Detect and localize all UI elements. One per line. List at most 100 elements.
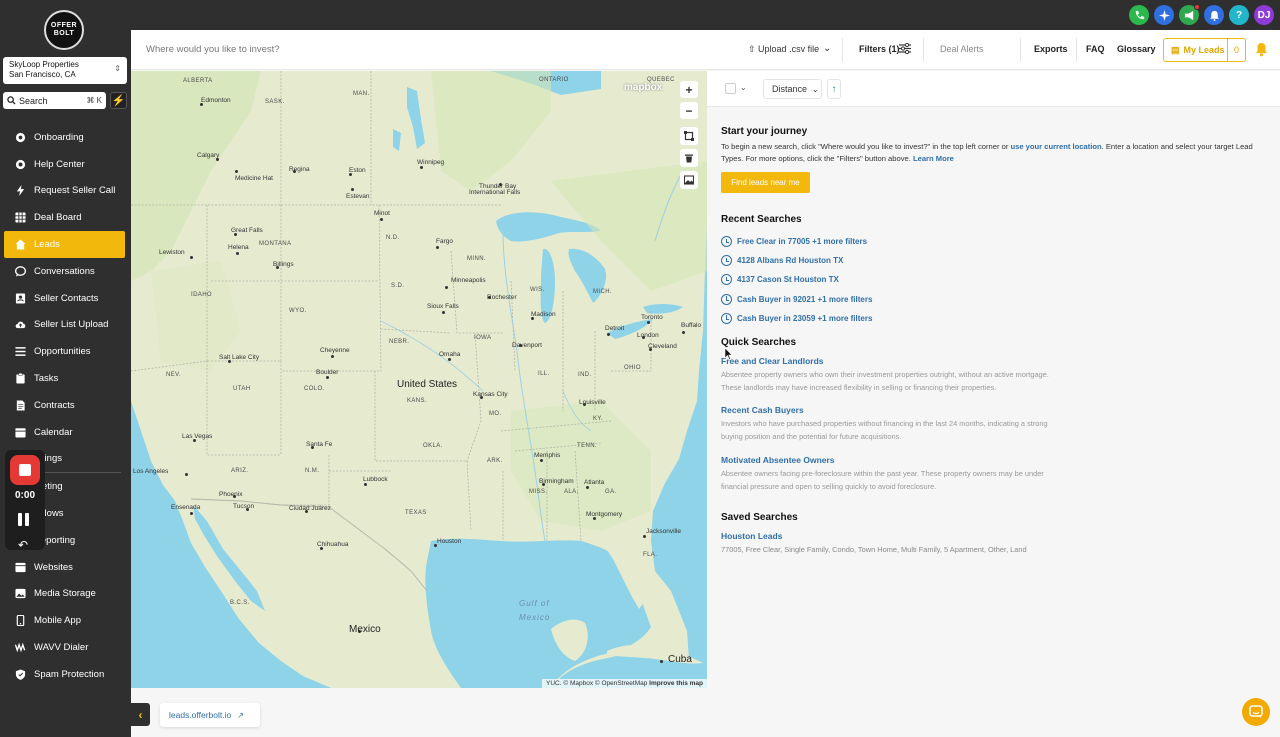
sidebar-item-conversations[interactable]: Conversations xyxy=(0,258,131,285)
map-label-state: COLO. xyxy=(304,386,325,392)
grid-icon xyxy=(14,212,26,224)
phone-icon[interactable] xyxy=(1129,5,1149,25)
map-label-city: Boulder xyxy=(316,369,339,376)
recent-search-item[interactable]: 4137 Cason St Houston TX xyxy=(721,270,872,289)
recent-search-label: 4128 Albans Rd Houston TX xyxy=(737,256,844,266)
recent-search-item[interactable]: Cash Buyer in 23059 +1 more filters xyxy=(721,309,872,328)
stop-recording-button[interactable] xyxy=(10,455,40,485)
pause-recording-button[interactable] xyxy=(18,513,32,527)
sidebar-item-contracts[interactable]: Contracts xyxy=(0,392,131,419)
deal-alerts-button[interactable]: Deal Alerts xyxy=(940,44,984,54)
sidebar-item-media-storage[interactable]: Media Storage xyxy=(0,581,131,608)
collapse-sidebar-button[interactable]: ‹ xyxy=(131,703,150,726)
location-search-input[interactable]: Where would you like to invest? xyxy=(146,44,280,55)
zoom-in-button[interactable]: + xyxy=(680,81,698,98)
faq-button[interactable]: FAQ xyxy=(1086,44,1105,54)
city-marker xyxy=(379,217,383,221)
exports-button[interactable]: Exports xyxy=(1034,44,1068,54)
map-style-button[interactable] xyxy=(680,171,698,189)
map-label-city: Edmonton xyxy=(201,97,231,104)
chevron-down-icon[interactable]: ⌄ xyxy=(823,43,831,54)
map-attribution-text[interactable]: © Mapbox © OpenStreetMap xyxy=(563,680,647,687)
main-header: Where would you like to invest? ⇧ Upload… xyxy=(131,30,1280,70)
sidebar-item-deal-board[interactable]: Deal Board xyxy=(0,204,131,231)
quick-action-bolt-button[interactable]: ⚡ xyxy=(110,92,127,109)
draw-polygon-button[interactable] xyxy=(680,127,698,145)
help-icon[interactable]: ? xyxy=(1229,5,1249,25)
current-location-link[interactable]: use your current location xyxy=(1010,142,1101,151)
map-label-state: IOWA xyxy=(474,335,492,341)
glossary-button[interactable]: Glossary xyxy=(1117,44,1156,54)
logo-text: OFFER BOLT xyxy=(50,22,78,37)
sparkle-icon[interactable] xyxy=(1154,5,1174,25)
site-link[interactable]: leads.offerbolt.io ↗ xyxy=(160,703,260,727)
sidebar-item-leads[interactable]: Leads xyxy=(4,231,125,258)
quick-search-link[interactable]: Free and Clear Landlords xyxy=(721,356,824,366)
sidebar-item-calendar[interactable]: Calendar xyxy=(0,419,131,446)
map-label-city: Cleveland xyxy=(648,343,677,350)
zoom-out-button[interactable]: − xyxy=(680,102,698,119)
sort-direction-button[interactable]: ↑ xyxy=(827,79,841,99)
map-label-state: OHIO xyxy=(624,365,641,371)
polygon-icon xyxy=(684,131,694,141)
sidebar-item-wavv-dialer[interactable]: WAVV Dialer xyxy=(0,634,131,661)
map-label-state: IND. xyxy=(578,372,592,378)
sidebar-item-tasks[interactable]: Tasks xyxy=(0,365,131,392)
map-label-city: Winnipeg xyxy=(417,159,445,166)
sort-select[interactable]: Distance ⌄ xyxy=(763,79,822,99)
map-label-state: ILL. xyxy=(538,371,550,377)
chat-button[interactable] xyxy=(1242,698,1270,726)
divider xyxy=(1076,38,1077,62)
recent-search-item[interactable]: Free Clear in 77005 +1 more filters xyxy=(721,232,872,251)
sidebar-item-opportunities[interactable]: Opportunities xyxy=(0,338,131,365)
quick-search-link[interactable]: Motivated Absentee Owners xyxy=(721,455,835,465)
map-label-city: Billings xyxy=(273,261,294,268)
filters-button[interactable]: Filters (1) xyxy=(859,44,900,54)
sliders-icon[interactable] xyxy=(899,43,911,54)
recent-search-item[interactable]: 4128 Albans Rd Houston TX xyxy=(721,251,872,270)
delete-shape-button[interactable] xyxy=(680,149,698,167)
bell-icon[interactable] xyxy=(1255,42,1268,57)
document-icon xyxy=(14,399,26,411)
recent-search-label: Free Clear in 77005 +1 more filters xyxy=(737,237,868,247)
map-label-country: Cuba xyxy=(668,654,692,665)
quick-search-description: Investors who have purchased properties … xyxy=(721,419,1048,441)
saved-searches-title: Saved Searches xyxy=(721,512,798,523)
quick-search-link[interactable]: Recent Cash Buyers xyxy=(721,405,804,415)
saved-search-link[interactable]: Houston Leads xyxy=(721,531,782,541)
sidebar-search[interactable]: Search ⌘ K xyxy=(3,92,106,109)
restart-icon[interactable]: ↶ xyxy=(18,538,28,552)
recent-search-item[interactable]: Cash Buyer in 92021 +1 more filters xyxy=(721,290,872,309)
map-label-water: Gulf of xyxy=(519,599,550,608)
sidebar-item-mobile-app[interactable]: Mobile App xyxy=(0,607,131,634)
sidebar-item-seller-contacts[interactable]: Seller Contacts xyxy=(0,285,131,312)
map-label-city: Regina xyxy=(289,166,310,173)
recent-searches-title: Recent Searches xyxy=(721,214,802,225)
chevron-down-icon[interactable]: ⌄ xyxy=(740,83,747,92)
sidebar-item-seller-list-upload[interactable]: Seller List Upload xyxy=(0,312,131,339)
my-leads-button[interactable]: ▤ My Leads 0 xyxy=(1163,38,1246,62)
sidebar-item-label: Onboarding xyxy=(34,131,84,143)
find-leads-button[interactable]: Find leads near me xyxy=(721,172,810,193)
upload-csv-button[interactable]: ⇧ Upload .csv file xyxy=(748,44,819,55)
sidebar-item-spam-protection[interactable]: Spam Protection xyxy=(0,661,131,688)
megaphone-icon[interactable] xyxy=(1179,4,1200,25)
learn-more-link[interactable]: Learn More xyxy=(913,154,954,163)
select-all-checkbox[interactable] xyxy=(725,83,736,94)
image-icon xyxy=(684,175,694,185)
map-label-city: London xyxy=(637,332,659,339)
improve-map-link[interactable]: Improve this map xyxy=(649,680,703,687)
image-icon xyxy=(14,588,26,600)
sidebar-item-request-seller-call[interactable]: Request Seller Call xyxy=(0,178,131,205)
bell-icon[interactable] xyxy=(1204,5,1224,25)
map-view[interactable]: mapbox + − YUC. © Mapbox © OpenStreetMap… xyxy=(131,71,707,688)
sidebar-item-websites[interactable]: Websites xyxy=(0,554,131,581)
bolt-icon xyxy=(14,185,26,197)
folder-icon: ▤ xyxy=(1171,44,1180,55)
avatar[interactable]: DJ xyxy=(1254,5,1274,25)
sidebar-item-help-center[interactable]: Help Center xyxy=(0,151,131,178)
logo[interactable]: OFFER BOLT xyxy=(44,10,84,50)
company-selector[interactable]: SkyLoop Properties San Francisco, CA ⇕ xyxy=(3,57,127,84)
sidebar-item-onboarding[interactable]: Onboarding xyxy=(0,124,131,151)
map-label-state: SASK. xyxy=(265,99,285,105)
